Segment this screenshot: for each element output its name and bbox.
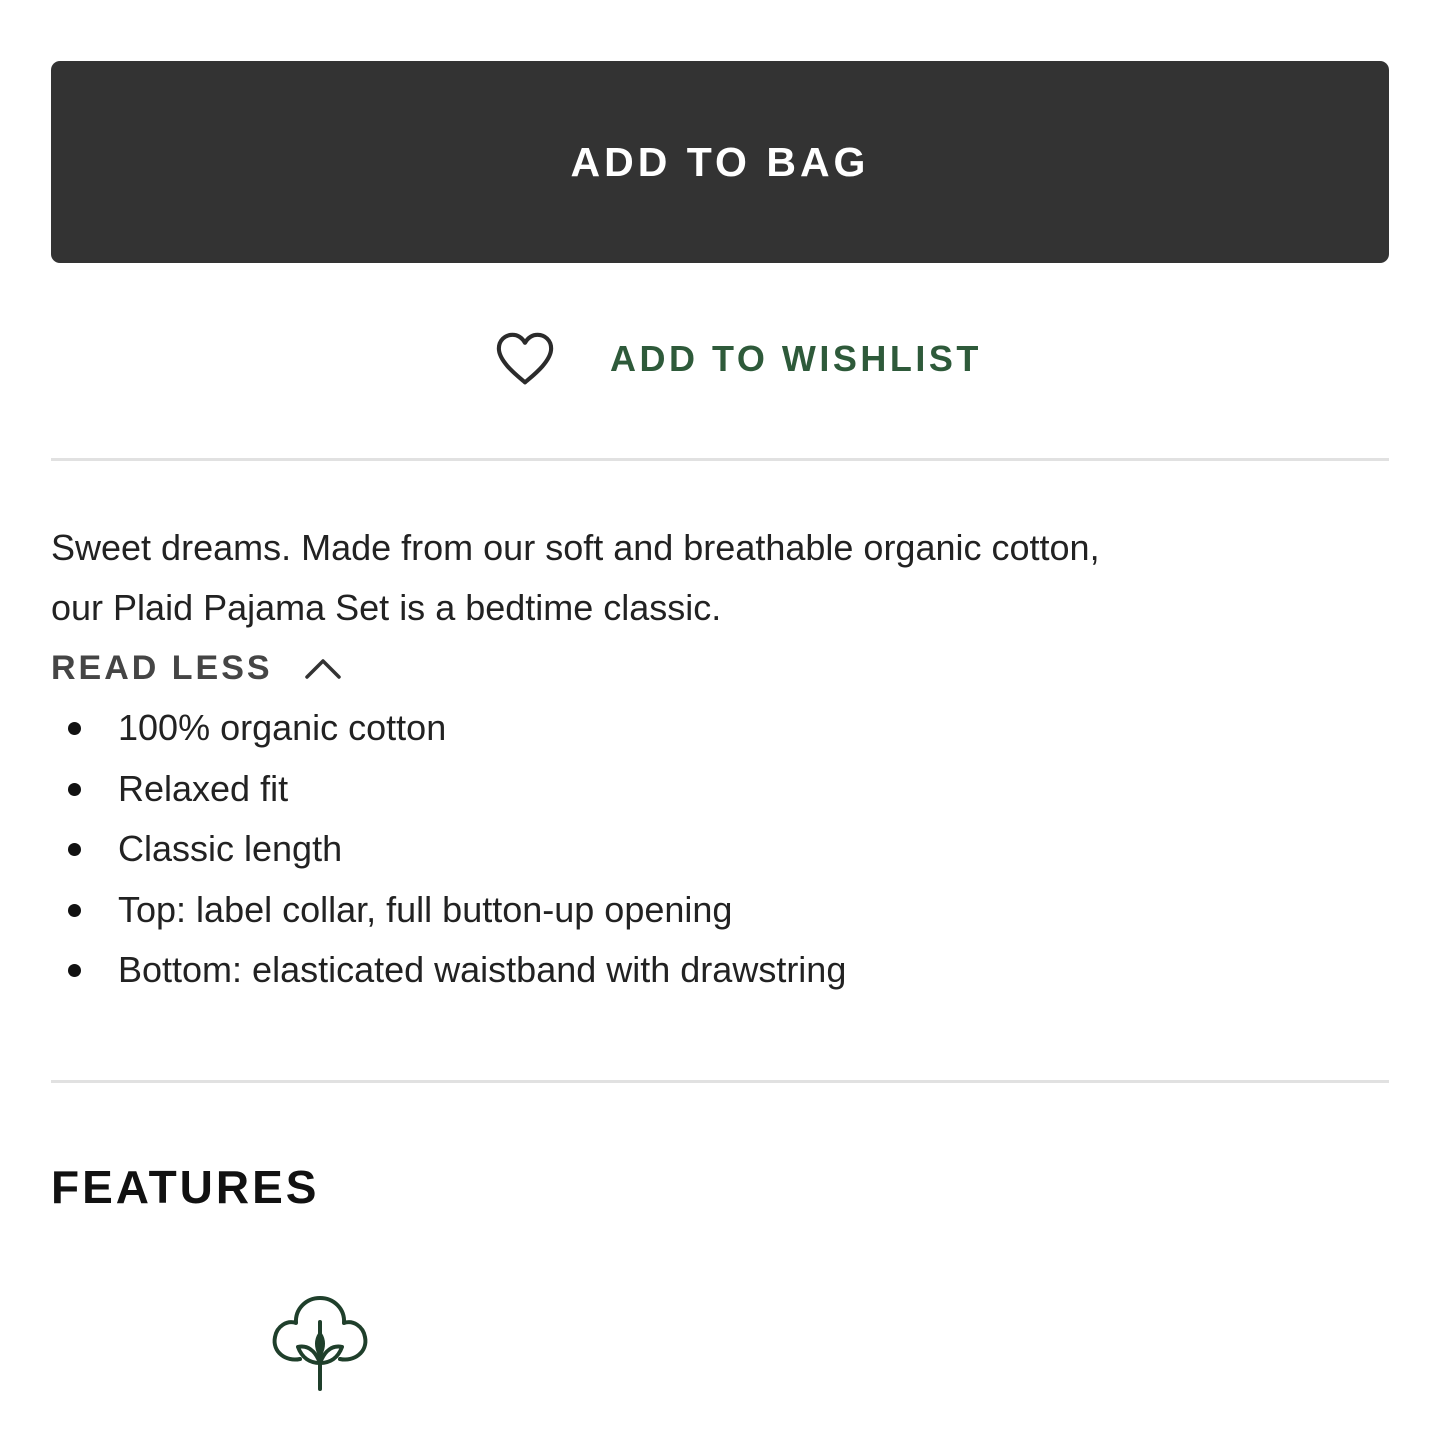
product-details-list: 100% organic cotton Relaxed fit Classic … bbox=[51, 698, 846, 1001]
read-less-toggle[interactable]: READ LESS bbox=[51, 640, 343, 696]
read-less-label: READ LESS bbox=[51, 648, 273, 687]
bullet-dot bbox=[68, 903, 81, 917]
heart-outline-icon bbox=[496, 332, 554, 385]
detail-text: Top: label collar, full button-up openin… bbox=[118, 888, 733, 930]
wishlist-label: ADD TO WISHLIST bbox=[610, 338, 982, 379]
cotton-plant-icon bbox=[272, 1296, 368, 1391]
bullet-dot bbox=[68, 964, 81, 977]
list-item: Top: label collar, full button-up openin… bbox=[51, 880, 846, 941]
divider bbox=[51, 458, 1389, 461]
add-to-wishlist-button[interactable]: ADD TO WISHLIST bbox=[492, 322, 982, 396]
divider bbox=[51, 1080, 1389, 1083]
chevron-up-icon bbox=[304, 659, 341, 679]
list-item: 100% organic cotton bbox=[51, 698, 846, 759]
list-item: Relaxed fit bbox=[51, 759, 846, 820]
list-item: Classic length bbox=[51, 819, 846, 880]
detail-text: 100% organic cotton bbox=[118, 707, 447, 748]
detail-text: Classic length bbox=[118, 828, 343, 869]
bullet-dot bbox=[68, 843, 81, 856]
features-heading: FEATURES bbox=[51, 1161, 320, 1213]
detail-text: Bottom: elasticated waistband with draws… bbox=[118, 949, 847, 990]
bullet-dot bbox=[68, 722, 81, 735]
detail-text: Relaxed fit bbox=[118, 767, 289, 809]
list-item: Bottom: elasticated waistband with draws… bbox=[51, 940, 846, 1001]
add-to-bag-button[interactable]: ADD TO BAG bbox=[51, 61, 1389, 263]
product-description: Sweet dreams. Made from our soft and bre… bbox=[51, 527, 1100, 628]
bullet-dot bbox=[68, 782, 81, 796]
